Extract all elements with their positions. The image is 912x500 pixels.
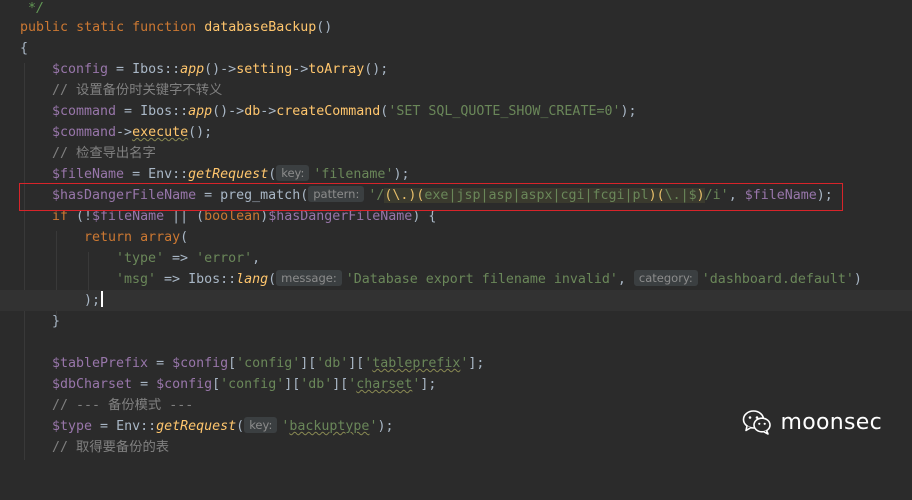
string: 'db' xyxy=(316,356,349,371)
code-line: public static function databaseBackup() xyxy=(20,20,333,35)
keyword: public xyxy=(20,20,69,35)
string: 'SET SQL_QUOTE_SHOW_CREATE=0' xyxy=(388,104,621,119)
code-line: return array( xyxy=(84,230,189,245)
wechat-icon xyxy=(742,410,771,435)
code-line: $tablePrefix = $config['config']['db']['… xyxy=(52,356,485,371)
comment: // 设置备份时关键字不转义 xyxy=(52,83,223,98)
string: 'filename' xyxy=(313,167,394,182)
keyword: function xyxy=(132,20,197,35)
string: 'config' xyxy=(220,377,285,392)
method: getRequest xyxy=(156,419,237,434)
string: 'dashboard.default' xyxy=(701,272,854,287)
string: 'db' xyxy=(300,377,333,392)
watermark-text: moonsec xyxy=(780,409,882,435)
variable: $fileName xyxy=(92,209,165,224)
code-line: 'msg' => Ibos::lang(message: 'Database ex… xyxy=(116,270,862,287)
class-name: Ibos xyxy=(140,104,173,119)
class-name: Env xyxy=(148,167,173,182)
code-line: $dbCharset = $config['config']['db']['ch… xyxy=(52,377,437,392)
class-name: Ibos xyxy=(188,272,221,287)
method: getRequest xyxy=(188,167,269,182)
variable: $command xyxy=(52,104,117,119)
comment: // --- 备份模式 --- xyxy=(52,398,194,413)
string: 'Database export filename invalid' xyxy=(345,272,618,287)
brace: } xyxy=(52,314,61,329)
code-line: $command = Ibos::app()->db->createComman… xyxy=(52,104,637,119)
string: charset xyxy=(356,377,413,392)
brace: { xyxy=(20,41,29,56)
parameter-hint: key: xyxy=(244,417,278,433)
code-line: 'type' => 'error', xyxy=(116,251,261,266)
variable: $config xyxy=(52,62,109,77)
variable: $tablePrefix xyxy=(52,356,149,371)
function-name: databaseBackup xyxy=(204,20,317,35)
string: 'msg' xyxy=(116,272,157,287)
code-line: $config = Ibos::app()->setting->toArray(… xyxy=(52,62,389,77)
comment: // 取得要备份的表 xyxy=(52,440,170,455)
variable: $command xyxy=(52,125,117,140)
variable: $config xyxy=(172,356,229,371)
current-line[interactable]: ); xyxy=(0,290,912,311)
method: execute xyxy=(132,125,189,140)
method: db xyxy=(244,104,261,119)
variable: $type xyxy=(52,419,93,434)
string: tableprefix xyxy=(372,356,461,371)
string: 'error' xyxy=(196,251,253,266)
method: toArray xyxy=(308,62,365,77)
parameter-hint: key: xyxy=(276,165,310,181)
text-caret xyxy=(101,291,104,307)
method: app xyxy=(180,62,205,77)
keyword: array xyxy=(140,230,181,245)
code-line: $fileName = Env::getRequest(key:'filenam… xyxy=(52,165,410,182)
code-line: // 设置备份时关键字不转义 xyxy=(0,80,912,101)
class-name: Ibos xyxy=(132,62,165,77)
string-quote: ' xyxy=(369,419,378,434)
variable: $config xyxy=(156,377,213,392)
watermark: moonsec xyxy=(742,406,883,438)
code-line: } xyxy=(0,311,912,332)
code-line: { xyxy=(0,38,912,59)
class-name: Env xyxy=(116,419,141,434)
method: app xyxy=(188,104,213,119)
string: 'config' xyxy=(236,356,301,371)
variable: $hasDangerFileName xyxy=(268,209,413,224)
string: 'type' xyxy=(116,251,165,266)
string: backuptype xyxy=(289,419,370,434)
method: createCommand xyxy=(276,104,381,119)
method: lang xyxy=(236,272,269,287)
code-line: // 取得要备份的表 xyxy=(0,437,912,458)
highlight-box xyxy=(19,183,843,211)
keyword: boolean xyxy=(204,209,261,224)
method: setting xyxy=(236,62,293,77)
string-quote: ' xyxy=(460,356,469,371)
parameter-hint: category: xyxy=(633,270,698,286)
string-quote: ' xyxy=(412,377,421,392)
keyword: static xyxy=(76,20,125,35)
code-line: // 检查导出名字 xyxy=(0,143,912,164)
code-line: $command->execute(); xyxy=(52,125,213,140)
parameter-hint: message: xyxy=(276,270,342,286)
code-editor[interactable]: */ public static function databaseBackup… xyxy=(0,0,912,460)
variable: $dbCharset xyxy=(52,377,133,392)
keyword: if xyxy=(52,209,69,224)
keyword: return xyxy=(84,230,133,245)
variable: $fileName xyxy=(52,167,125,182)
comment: // 检查导出名字 xyxy=(52,146,156,161)
